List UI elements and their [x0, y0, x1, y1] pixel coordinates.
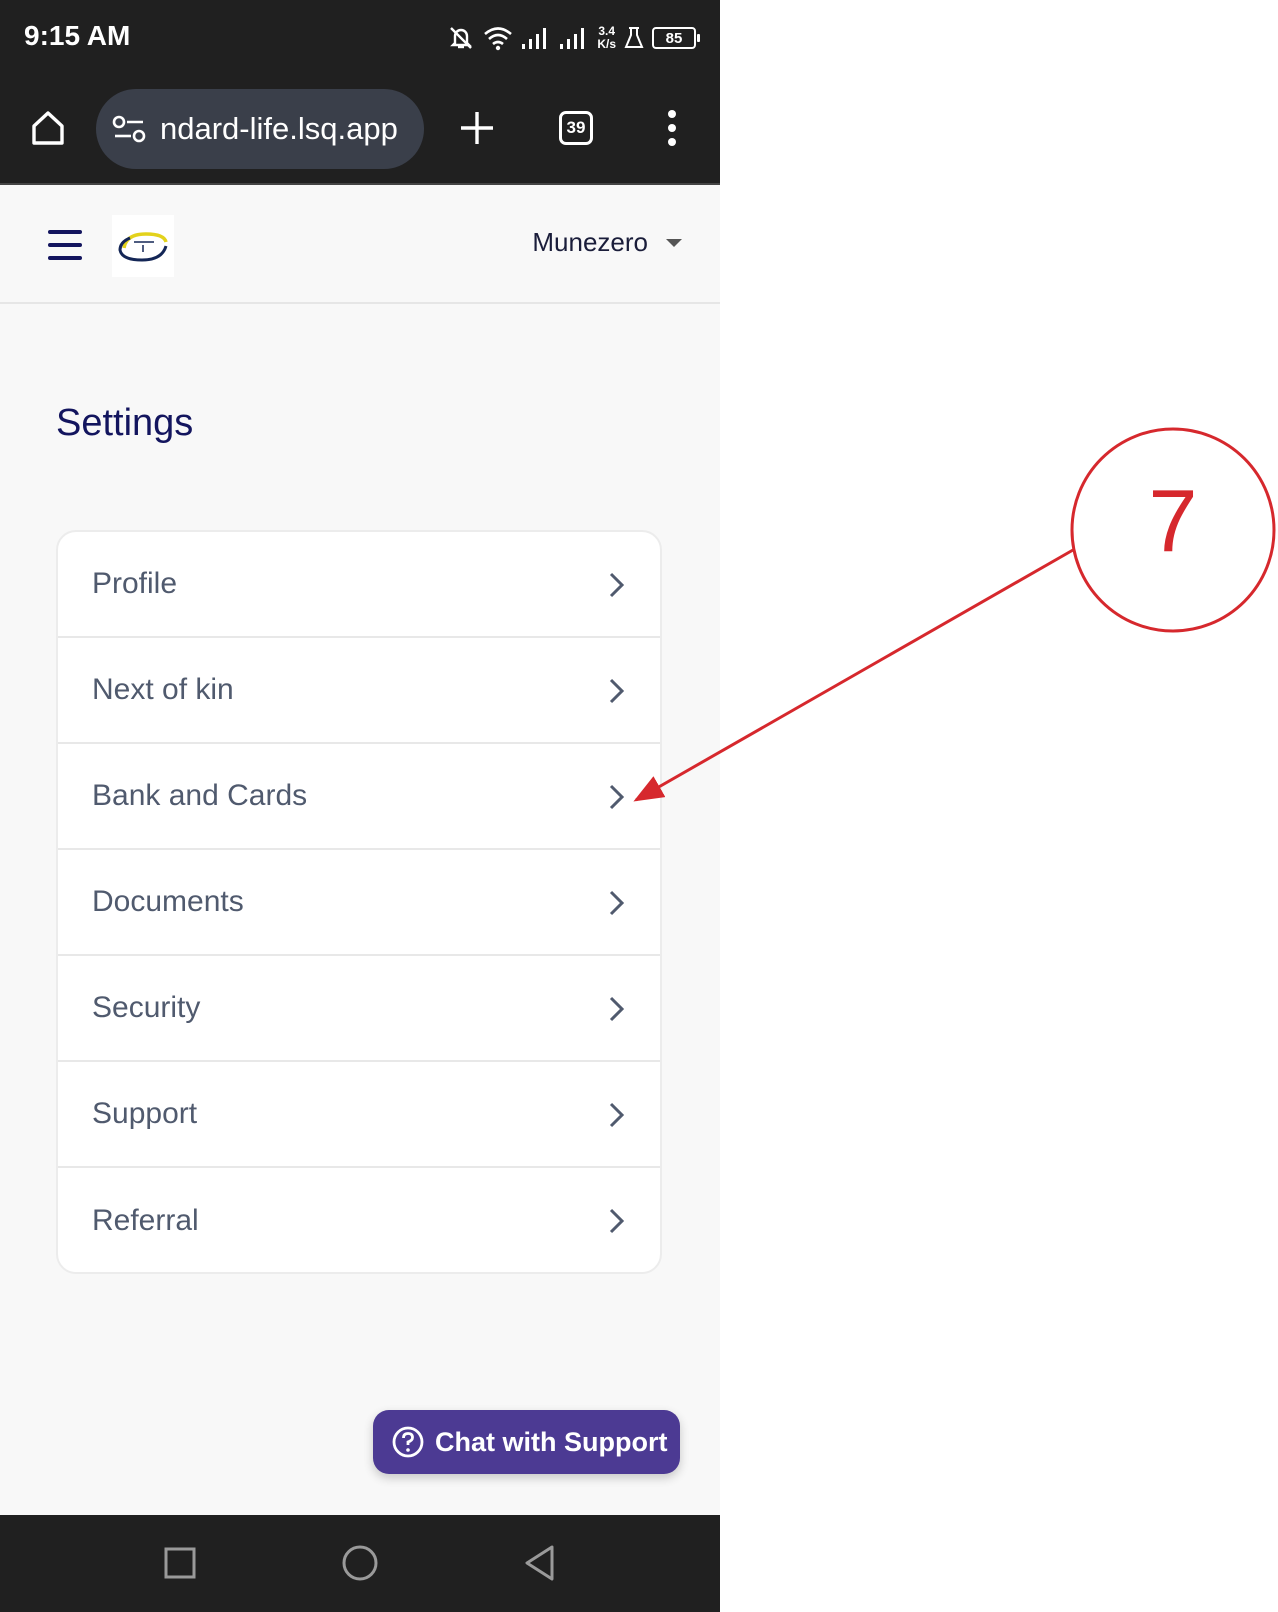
- lab-flask-icon: [624, 27, 644, 48]
- chevron-right-icon: [609, 1208, 625, 1234]
- settings-item-label: Support: [92, 1097, 198, 1130]
- settings-item-support[interactable]: Support: [58, 1062, 660, 1168]
- settings-item-bank-and-cards[interactable]: Bank and Cards: [58, 744, 660, 850]
- muted-bell-icon: [450, 27, 473, 49]
- settings-list: Profile Next of kin Bank and Cards Docum…: [56, 530, 662, 1274]
- chevron-right-icon: [609, 890, 625, 916]
- chevron-right-icon: [609, 678, 625, 704]
- chevron-right-icon: [609, 572, 625, 598]
- signal-icon-2: [560, 28, 585, 49]
- more-menu-button[interactable]: [654, 104, 690, 152]
- hamburger-line: [48, 256, 82, 260]
- hamburger-line: [48, 243, 82, 247]
- chevron-down-icon: [666, 238, 682, 247]
- hamburger-menu-button[interactable]: [48, 230, 82, 262]
- annotation-step-number: 7: [1148, 471, 1198, 570]
- signal-icon: [522, 28, 547, 49]
- net-speed-unit: K/s: [597, 37, 616, 51]
- settings-item-profile[interactable]: Profile: [58, 532, 660, 638]
- phone-screen: 9:15 AM 3.4 K/s 85 ndard-life.lsq.app 39…: [0, 0, 720, 1612]
- hamburger-line: [48, 230, 82, 234]
- site-settings-icon: [112, 115, 146, 143]
- triangle-back-icon: [525, 1545, 554, 1581]
- battery-level: 85: [665, 29, 683, 47]
- settings-item-label: Profile: [92, 567, 178, 600]
- status-time: 9:15 AM: [24, 20, 131, 51]
- home-icon: [32, 111, 64, 145]
- tab-switcher-icon: 39: [559, 111, 593, 145]
- status-icons: 3.4 K/s 85: [447, 18, 700, 58]
- app-header: Munezero: [0, 187, 720, 304]
- system-nav-bar: [0, 1515, 720, 1612]
- settings-item-referral[interactable]: Referral: [58, 1168, 660, 1272]
- address-bar[interactable]: ndard-life.lsq.app: [96, 89, 424, 169]
- chat-label: Chat with Support: [435, 1426, 668, 1457]
- square-recents-icon: [164, 1547, 196, 1579]
- chevron-right-icon: [609, 784, 625, 810]
- browser-toolbar: ndard-life.lsq.app 39: [0, 80, 720, 185]
- battery-icon: 85: [652, 27, 700, 49]
- tab-switcher-button[interactable]: 39: [556, 108, 596, 148]
- new-tab-icon: [461, 112, 493, 144]
- logo: [118, 232, 168, 262]
- chevron-right-icon: [609, 996, 625, 1022]
- user-name: Munezero: [532, 227, 648, 257]
- company-logo[interactable]: [112, 215, 174, 277]
- user-menu[interactable]: Munezero: [532, 227, 682, 258]
- settings-item-next-of-kin[interactable]: Next of kin: [58, 638, 660, 744]
- annotation-circle: [1070, 427, 1276, 633]
- wifi-icon: [484, 27, 513, 51]
- home-nav-button[interactable]: [338, 1541, 382, 1585]
- more-menu-icon: [668, 110, 676, 146]
- back-button[interactable]: [518, 1541, 562, 1585]
- settings-item-security[interactable]: Security: [58, 956, 660, 1062]
- settings-item-label: Security: [92, 991, 201, 1024]
- tab-count: 39: [566, 118, 586, 137]
- settings-item-label: Bank and Cards: [92, 779, 308, 812]
- chat-with-support-button[interactable]: Chat with Support: [373, 1410, 680, 1474]
- settings-item-documents[interactable]: Documents: [58, 850, 660, 956]
- settings-item-label: Documents: [92, 885, 244, 918]
- settings-item-label: Next of kin: [92, 673, 234, 706]
- circle-home-icon: [342, 1545, 378, 1581]
- home-button[interactable]: [26, 104, 70, 152]
- settings-item-label: Referral: [92, 1204, 199, 1237]
- new-tab-button[interactable]: [455, 106, 499, 150]
- recents-button[interactable]: [158, 1541, 202, 1585]
- url-text: ndard-life.lsq.app: [160, 111, 398, 146]
- chevron-right-icon: [609, 1102, 625, 1128]
- page-title: Settings: [56, 402, 194, 444]
- status-bar: 9:15 AM 3.4 K/s 85: [0, 0, 720, 80]
- network-speed: 3.4 K/s: [597, 25, 616, 51]
- help-circle-icon: [392, 1426, 424, 1458]
